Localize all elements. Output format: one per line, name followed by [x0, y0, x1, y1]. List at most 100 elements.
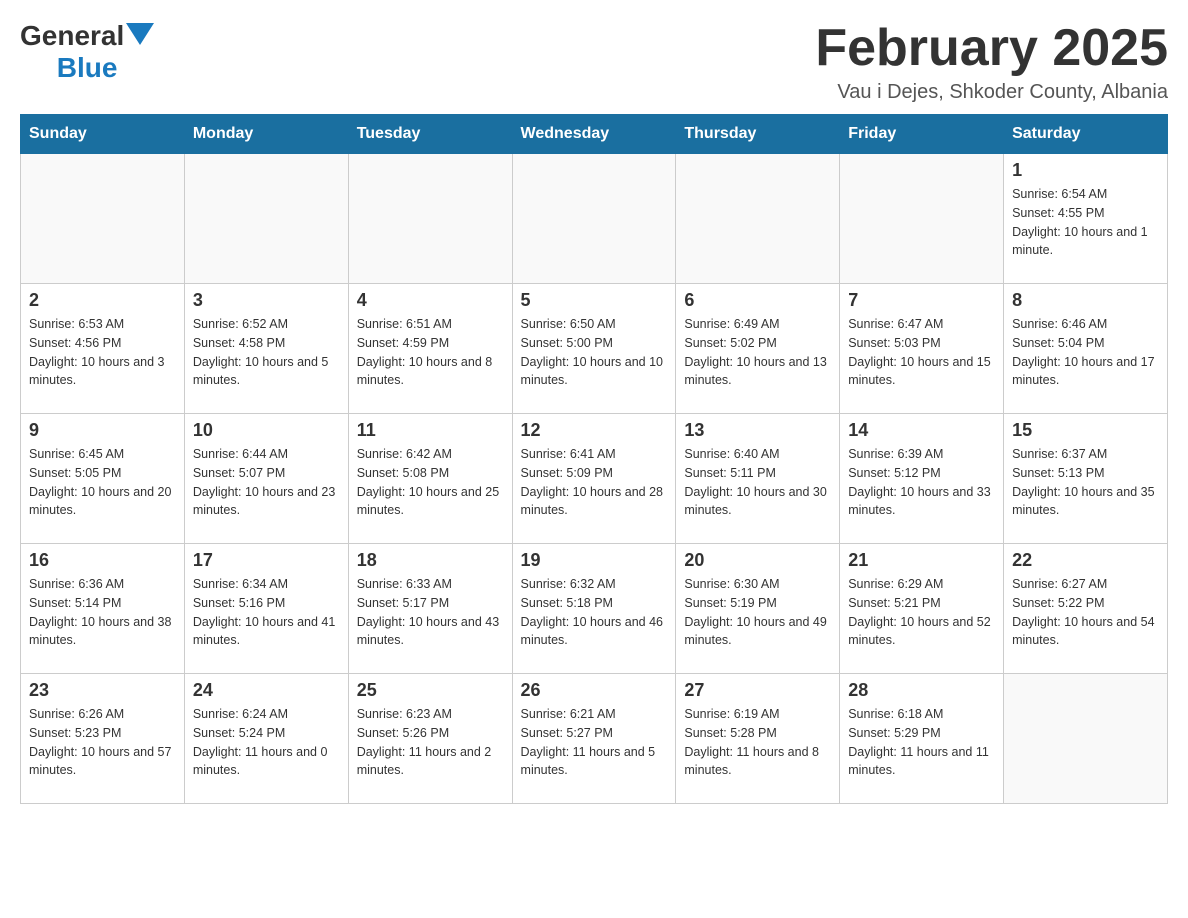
day-info: Sunrise: 6:49 AMSunset: 5:02 PMDaylight:…	[684, 315, 831, 390]
day-number: 26	[521, 680, 668, 701]
day-number: 14	[848, 420, 995, 441]
title-section: February 2025 Vau i Dejes, Shkoder Count…	[815, 20, 1168, 104]
day-info: Sunrise: 6:23 AMSunset: 5:26 PMDaylight:…	[357, 705, 504, 780]
calendar-day-cell: 23 Sunrise: 6:26 AMSunset: 5:23 PMDayligh…	[21, 674, 185, 804]
day-info: Sunrise: 6:27 AMSunset: 5:22 PMDaylight:…	[1012, 575, 1159, 650]
day-number: 18	[357, 550, 504, 571]
day-number: 12	[521, 420, 668, 441]
calendar-day-cell: 22 Sunrise: 6:27 AMSunset: 5:22 PMDayligh…	[1004, 544, 1168, 674]
day-info: Sunrise: 6:34 AMSunset: 5:16 PMDaylight:…	[193, 575, 340, 650]
day-info: Sunrise: 6:29 AMSunset: 5:21 PMDaylight:…	[848, 575, 995, 650]
day-number: 3	[193, 290, 340, 311]
day-number: 19	[521, 550, 668, 571]
weekday-header-monday: Monday	[184, 115, 348, 154]
day-number: 28	[848, 680, 995, 701]
day-number: 21	[848, 550, 995, 571]
day-info: Sunrise: 6:45 AMSunset: 5:05 PMDaylight:…	[29, 445, 176, 520]
calendar-day-cell: 25 Sunrise: 6:23 AMSunset: 5:26 PMDayligh…	[348, 674, 512, 804]
day-info: Sunrise: 6:42 AMSunset: 5:08 PMDaylight:…	[357, 445, 504, 520]
day-number: 2	[29, 290, 176, 311]
calendar-day-cell	[840, 154, 1004, 284]
location-title: Vau i Dejes, Shkoder County, Albania	[815, 81, 1168, 104]
day-number: 8	[1012, 290, 1159, 311]
calendar-day-cell: 7 Sunrise: 6:47 AMSunset: 5:03 PMDaylight…	[840, 284, 1004, 414]
calendar-day-cell: 15Sunrise: 6:37 AMSunset: 5:13 PMDayligh…	[1004, 414, 1168, 544]
calendar-day-cell	[676, 154, 840, 284]
day-number: 5	[521, 290, 668, 311]
logo-general-text: General	[20, 20, 124, 52]
day-info: Sunrise: 6:44 AMSunset: 5:07 PMDaylight:…	[193, 445, 340, 520]
day-number: 25	[357, 680, 504, 701]
calendar-day-cell: 14 Sunrise: 6:39 AMSunset: 5:12 PMDayligh…	[840, 414, 1004, 544]
calendar-day-cell: 4 Sunrise: 6:51 AMSunset: 4:59 PMDaylight…	[348, 284, 512, 414]
calendar-table: SundayMondayTuesdayWednesdayThursdayFrid…	[20, 114, 1168, 804]
day-info: Sunrise: 6:37 AMSunset: 5:13 PMDaylight:…	[1012, 445, 1159, 520]
day-number: 10	[193, 420, 340, 441]
logo-blue-text: Blue	[57, 52, 118, 83]
calendar-day-cell: 19 Sunrise: 6:32 AMSunset: 5:18 PMDayligh…	[512, 544, 676, 674]
calendar-day-cell: 17Sunrise: 6:34 AMSunset: 5:16 PMDayligh…	[184, 544, 348, 674]
day-info: Sunrise: 6:46 AMSunset: 5:04 PMDaylight:…	[1012, 315, 1159, 390]
weekday-header-thursday: Thursday	[676, 115, 840, 154]
day-number: 20	[684, 550, 831, 571]
weekday-header-sunday: Sunday	[21, 115, 185, 154]
calendar-day-cell	[1004, 674, 1168, 804]
page-header: General Blue February 2025 Vau i Dejes, …	[20, 20, 1168, 104]
weekday-header-saturday: Saturday	[1004, 115, 1168, 154]
calendar-week-row: 9 Sunrise: 6:45 AMSunset: 5:05 PMDaylight…	[21, 414, 1168, 544]
calendar-week-row: 1Sunrise: 6:54 AMSunset: 4:55 PMDaylight…	[21, 154, 1168, 284]
day-number: 23	[29, 680, 176, 701]
calendar-day-cell: 16 Sunrise: 6:36 AMSunset: 5:14 PMDayligh…	[21, 544, 185, 674]
weekday-header-row: SundayMondayTuesdayWednesdayThursdayFrid…	[21, 115, 1168, 154]
day-number: 4	[357, 290, 504, 311]
day-number: 7	[848, 290, 995, 311]
calendar-day-cell: 20 Sunrise: 6:30 AMSunset: 5:19 PMDayligh…	[676, 544, 840, 674]
day-number: 16	[29, 550, 176, 571]
calendar-day-cell: 18Sunrise: 6:33 AMSunset: 5:17 PMDayligh…	[348, 544, 512, 674]
calendar-day-cell: 5Sunrise: 6:50 AMSunset: 5:00 PMDaylight…	[512, 284, 676, 414]
day-info: Sunrise: 6:32 AMSunset: 5:18 PMDaylight:…	[521, 575, 668, 650]
day-number: 27	[684, 680, 831, 701]
day-number: 24	[193, 680, 340, 701]
day-number: 22	[1012, 550, 1159, 571]
calendar-day-cell: 27 Sunrise: 6:19 AMSunset: 5:28 PMDayligh…	[676, 674, 840, 804]
day-info: Sunrise: 6:47 AMSunset: 5:03 PMDaylight:…	[848, 315, 995, 390]
calendar-day-cell: 11 Sunrise: 6:42 AMSunset: 5:08 PMDayligh…	[348, 414, 512, 544]
calendar-day-cell: 13Sunrise: 6:40 AMSunset: 5:11 PMDayligh…	[676, 414, 840, 544]
calendar-week-row: 2 Sunrise: 6:53 AMSunset: 4:56 PMDaylight…	[21, 284, 1168, 414]
day-info: Sunrise: 6:39 AMSunset: 5:12 PMDaylight:…	[848, 445, 995, 520]
weekday-header-wednesday: Wednesday	[512, 115, 676, 154]
logo-arrow-icon	[126, 23, 154, 51]
calendar-day-cell	[21, 154, 185, 284]
day-info: Sunrise: 6:26 AMSunset: 5:23 PMDaylight:…	[29, 705, 176, 780]
calendar-day-cell: 12Sunrise: 6:41 AMSunset: 5:09 PMDayligh…	[512, 414, 676, 544]
day-number: 11	[357, 420, 504, 441]
calendar-day-cell: 3Sunrise: 6:52 AMSunset: 4:58 PMDaylight…	[184, 284, 348, 414]
logo: General Blue	[20, 20, 154, 84]
day-info: Sunrise: 6:21 AMSunset: 5:27 PMDaylight:…	[521, 705, 668, 780]
day-info: Sunrise: 6:51 AMSunset: 4:59 PMDaylight:…	[357, 315, 504, 390]
day-info: Sunrise: 6:53 AMSunset: 4:56 PMDaylight:…	[29, 315, 176, 390]
calendar-week-row: 16 Sunrise: 6:36 AMSunset: 5:14 PMDayligh…	[21, 544, 1168, 674]
day-number: 9	[29, 420, 176, 441]
calendar-day-cell: 2 Sunrise: 6:53 AMSunset: 4:56 PMDaylight…	[21, 284, 185, 414]
day-info: Sunrise: 6:19 AMSunset: 5:28 PMDaylight:…	[684, 705, 831, 780]
calendar-day-cell	[512, 154, 676, 284]
calendar-day-cell: 9 Sunrise: 6:45 AMSunset: 5:05 PMDaylight…	[21, 414, 185, 544]
calendar-day-cell: 21 Sunrise: 6:29 AMSunset: 5:21 PMDayligh…	[840, 544, 1004, 674]
calendar-week-row: 23 Sunrise: 6:26 AMSunset: 5:23 PMDayligh…	[21, 674, 1168, 804]
day-info: Sunrise: 6:40 AMSunset: 5:11 PMDaylight:…	[684, 445, 831, 520]
day-info: Sunrise: 6:30 AMSunset: 5:19 PMDaylight:…	[684, 575, 831, 650]
calendar-day-cell: 26 Sunrise: 6:21 AMSunset: 5:27 PMDayligh…	[512, 674, 676, 804]
calendar-day-cell: 1Sunrise: 6:54 AMSunset: 4:55 PMDaylight…	[1004, 154, 1168, 284]
calendar-day-cell: 10 Sunrise: 6:44 AMSunset: 5:07 PMDayligh…	[184, 414, 348, 544]
day-info: Sunrise: 6:36 AMSunset: 5:14 PMDaylight:…	[29, 575, 176, 650]
day-info: Sunrise: 6:24 AMSunset: 5:24 PMDaylight:…	[193, 705, 340, 780]
day-number: 6	[684, 290, 831, 311]
calendar-day-cell: 24 Sunrise: 6:24 AMSunset: 5:24 PMDayligh…	[184, 674, 348, 804]
day-number: 1	[1012, 160, 1159, 181]
calendar-day-cell: 28 Sunrise: 6:18 AMSunset: 5:29 PMDayligh…	[840, 674, 1004, 804]
weekday-header-friday: Friday	[840, 115, 1004, 154]
logo-icon: General Blue	[20, 20, 154, 84]
day-info: Sunrise: 6:18 AMSunset: 5:29 PMDaylight:…	[848, 705, 995, 780]
